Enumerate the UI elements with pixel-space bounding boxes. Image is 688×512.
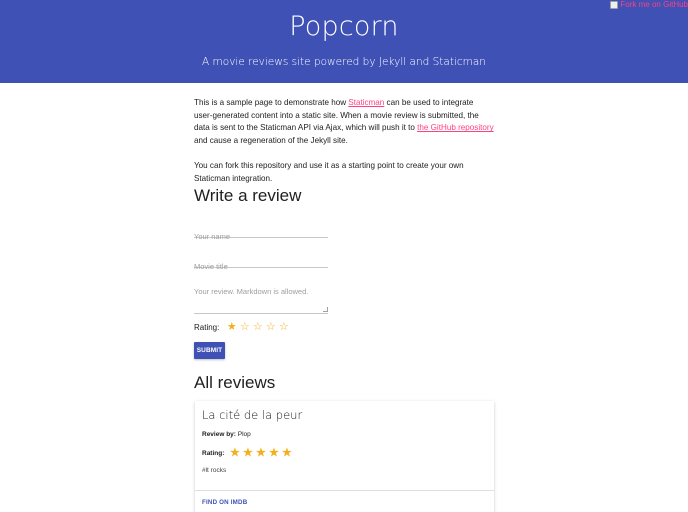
rating-input: Rating: ★ ☆ ☆ ☆ ☆: [194, 320, 290, 334]
site-subtitle: A movie reviews site powered by Jekyll a…: [202, 56, 486, 68]
review-rating: Rating: ★ ★ ★ ★ ★: [202, 447, 293, 459]
submit-button[interactable]: SUBMIT: [194, 342, 225, 359]
review-author: Review by: Plop: [202, 431, 251, 438]
rating-star-4-icon[interactable]: ☆: [264, 320, 277, 334]
resize-grip-icon[interactable]: [323, 307, 328, 312]
review-rating-label: Rating:: [202, 449, 225, 457]
rating-star-3-icon[interactable]: ☆: [251, 320, 264, 334]
review-star-1-icon: ★: [229, 447, 240, 459]
rating-label: Rating:: [194, 322, 220, 332]
staticman-link[interactable]: Staticman: [348, 98, 384, 107]
review-star-2-icon: ★: [242, 447, 253, 459]
intro-paragraph-2: You can fork this repository and use it …: [194, 160, 464, 183]
review-star-5-icon: ★: [281, 447, 292, 459]
name-input[interactable]: [194, 232, 328, 243]
rating-star-1-icon[interactable]: ★: [225, 320, 238, 334]
review-star-3-icon: ★: [255, 447, 266, 459]
card-divider: [195, 490, 494, 491]
site-title: Popcorn: [289, 11, 399, 42]
intro-text: and cause a regeneration of the Jekyll s…: [194, 135, 348, 145]
site-header: Popcorn A movie reviews site powered by …: [0, 0, 688, 83]
intro-text: This is a sample page to demonstrate how: [194, 98, 349, 107]
review-movie-title: La cité de la peur: [202, 408, 303, 422]
broken-image-icon: [610, 0, 619, 9]
rating-star-2-icon[interactable]: ☆: [238, 320, 251, 334]
review-card: La cité de la peur Review by: Plop Ratin…: [195, 401, 494, 512]
review-body: #lt rocks: [202, 467, 227, 474]
fork-me-ribbon[interactable]: Fork me on GitHub: [610, 0, 688, 9]
review-by-label: Review by:: [202, 431, 236, 438]
write-review-heading: Write a review: [194, 186, 302, 205]
rating-star-5-icon[interactable]: ☆: [277, 320, 290, 334]
all-reviews-heading: All reviews: [194, 373, 276, 392]
movie-field: [194, 256, 328, 273]
review-author-name: Plop: [237, 431, 251, 438]
review-textarea[interactable]: [194, 287, 328, 307]
intro-paragraph-1: This is a sample page to demonstrate how…: [194, 97, 494, 147]
review-star-4-icon: ★: [268, 447, 279, 459]
review-field: [194, 287, 328, 314]
name-field: [194, 226, 328, 243]
github-repository-link[interactable]: the GitHub repository: [417, 123, 493, 132]
find-on-imdb-link[interactable]: FIND ON IMDB: [202, 499, 247, 506]
movie-title-input[interactable]: [194, 262, 328, 273]
fork-ribbon-alt-text: Fork me on GitHub: [620, 0, 688, 9]
intro-section: This is a sample page to demonstrate how…: [194, 97, 494, 185]
